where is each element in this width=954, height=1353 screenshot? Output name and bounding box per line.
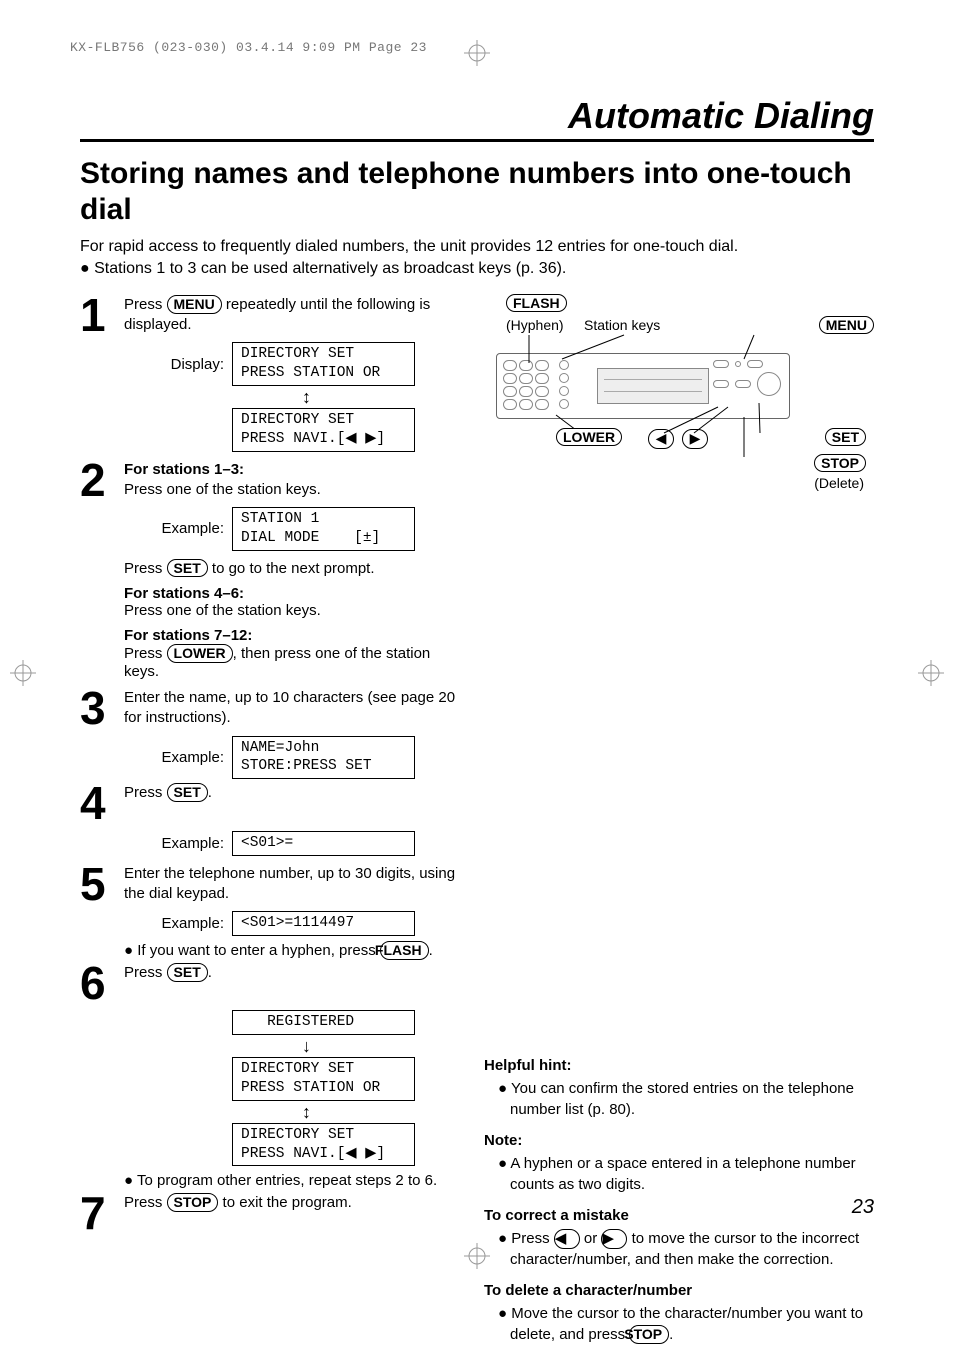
lcd-display: <S01>=1114497 [232,911,415,936]
delete-char-title: To delete a character/number [484,1280,874,1301]
set-button: SET [167,963,208,982]
step6-text: . [208,964,212,981]
step2-text: to go to the next prompt. [208,560,375,577]
section-title-text: Storing names and telephone numbers into… [80,156,864,228]
updown-arrow-icon: ↕ [224,1103,389,1121]
step2-heading: For stations 1–3: [124,460,460,480]
step5-bullet: If you want to enter a hyphen, press [137,942,380,959]
chapter-title: Automatic Dialing [80,95,874,137]
step6-text: Press [124,964,167,981]
step5-bullet: . [429,942,433,959]
step-number: 7 [80,1193,114,1234]
crop-mark-icon [10,660,36,686]
step-number: 5 [80,864,114,905]
section-title: Storing names and telephone numbers into… [80,156,874,228]
set-button: SET [167,783,208,802]
right-arrow-icon: ▶ [601,1229,627,1249]
intro-line: For rapid access to frequently dialed nu… [80,236,874,258]
intro-bullet: Stations 1 to 3 can be used alternativel… [80,258,874,280]
step-number: 1 [80,295,114,336]
stop-button-label: STOP [814,454,866,472]
step2-text: Press one of the station keys. [124,480,460,500]
note-title: Note: [484,1130,874,1151]
example-label: Example: [124,520,232,537]
helpful-hint-item: You can confirm the stored entries on th… [498,1078,874,1120]
crop-mark-icon [464,1243,490,1269]
step7-text: to exit the program. [218,1194,351,1211]
step3-text: Enter the name, up to 10 characters (see… [124,688,460,729]
step-number: 6 [80,963,114,1004]
step2-text: Press one of the station keys. [124,602,460,619]
stop-button: STOP [629,1325,669,1344]
delete-label: (Delete) [814,475,864,491]
step5-text: Enter the telephone number, up to 30 dig… [124,864,460,905]
lcd-display: DIRECTORY SET PRESS NAVI.[◀ ▶] [232,408,415,452]
lower-button: LOWER [167,644,233,663]
step6-bullet: To program other entries, repeat steps 2… [137,1172,437,1189]
lcd-display: DIRECTORY SET PRESS STATION OR [232,1057,415,1101]
lcd-display: DIRECTORY SET PRESS STATION OR [232,342,415,386]
left-arrow-icon: ◀ [554,1229,580,1249]
lower-button-label: LOWER [556,428,622,446]
flash-button: FLASH [380,941,429,960]
unit-diagram: FLASH (Hyphen) Station keys MENU [484,295,874,495]
page-number: 23 [852,1196,874,1219]
crop-mark-icon [464,40,490,66]
example-label: Example: [124,915,232,932]
step7-text: Press [124,1194,167,1211]
step2-heading: For stations 7–12: [124,627,460,644]
step2-text: Press [124,645,167,662]
display-label: Display: [124,356,232,373]
step2-text: Press [124,560,167,577]
delete-char-item: Move the cursor to the character/number … [498,1303,874,1345]
down-arrow-icon: ↓ [224,1037,389,1055]
example-label: Example: [124,835,232,852]
note-item: A hyphen or a space entered in a telepho… [498,1153,874,1195]
lcd-display: NAME=John STORE:PRESS SET [232,736,415,780]
correct-mistake-item: Press ◀ or ▶ to move the cursor to the i… [498,1228,874,1270]
step-number: 2 [80,460,114,501]
lcd-display: <S01>= [232,831,415,856]
lcd-display: STATION 1 DIAL MODE [±] [232,507,415,551]
updown-arrow-icon: ↕ [224,388,389,406]
left-arrow-button-label: ◀ [648,429,674,449]
right-arrow-button-label: ▶ [682,429,708,449]
helpful-hint-title: Helpful hint: [484,1055,874,1076]
lcd-display: REGISTERED [232,1010,415,1035]
menu-button: MENU [167,295,222,314]
step1-text: Press [124,296,167,313]
intro-text: For rapid access to frequently dialed nu… [80,236,874,281]
correct-mistake-title: To correct a mistake [484,1205,874,1226]
stop-button: STOP [167,1193,219,1212]
set-button-label: SET [825,428,866,446]
step4-text: . [208,784,212,801]
example-label: Example: [124,749,232,766]
step2-heading: For stations 4–6: [124,585,460,602]
step-number: 4 [80,783,114,824]
divider [80,139,874,142]
set-button: SET [167,559,208,578]
step-number: 3 [80,688,114,729]
crop-mark-icon [918,660,944,686]
step4-text: Press [124,784,167,801]
lcd-display: DIRECTORY SET PRESS NAVI.[◀ ▶] [232,1123,415,1167]
